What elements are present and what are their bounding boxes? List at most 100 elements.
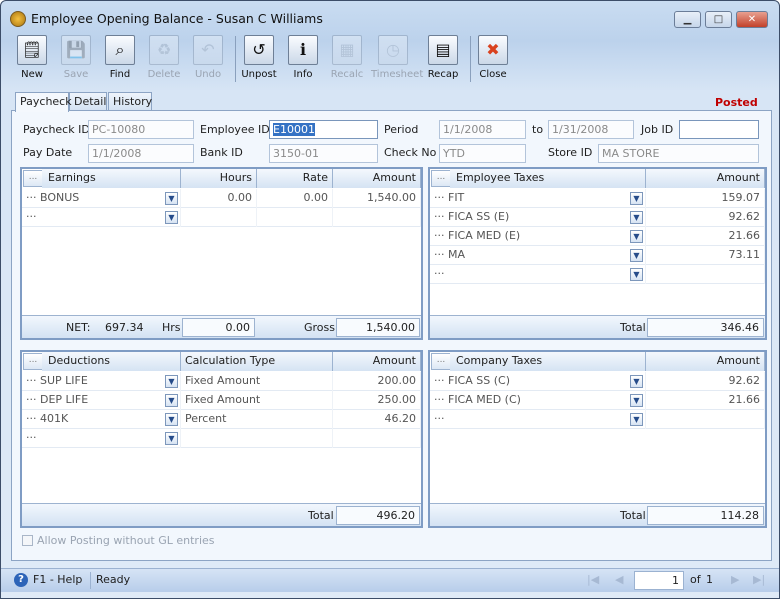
bank-id-field[interactable]: 3150-01: [269, 144, 378, 163]
delete-button[interactable]: ♻ Delete: [142, 33, 186, 87]
cell-amount[interactable]: 92.62: [646, 208, 765, 227]
table-row[interactable]: ··· 401K ▼ Percent 46.20: [22, 410, 421, 429]
table-row[interactable]: ··· ▼: [22, 429, 421, 448]
cell-rate[interactable]: 0.00: [257, 189, 333, 208]
cell-calculation-type[interactable]: Fixed Amount: [181, 372, 333, 391]
period-to-field[interactable]: 1/31/2008: [548, 120, 634, 139]
cell-calculation-type[interactable]: [181, 429, 333, 448]
chevron-down-icon[interactable]: ▼: [165, 394, 178, 407]
cell-rate[interactable]: [257, 208, 333, 227]
cell-amount[interactable]: [646, 410, 765, 429]
last-page-icon[interactable]: ▶|: [753, 573, 765, 586]
table-row[interactable]: ··· ▼: [430, 410, 765, 429]
column-header-earnings[interactable]: Earnings: [42, 169, 181, 188]
table-row[interactable]: ··· DEP LIFE ▼ Fixed Amount 250.00: [22, 391, 421, 410]
cell-amount[interactable]: [333, 429, 421, 448]
tab-history[interactable]: History: [108, 92, 152, 111]
cell-amount[interactable]: 46.20: [333, 410, 421, 429]
chevron-down-icon[interactable]: ▼: [630, 249, 643, 262]
cell-employee-taxes[interactable]: ··· MA: [430, 246, 646, 265]
cell-hours[interactable]: [181, 208, 257, 227]
maximize-button[interactable]: □: [705, 11, 732, 28]
store-id-field[interactable]: MA STORE: [598, 144, 759, 163]
cell-amount[interactable]: 92.62: [646, 372, 765, 391]
cell-amount[interactable]: 73.11: [646, 246, 765, 265]
cell-amount[interactable]: 21.66: [646, 391, 765, 410]
column-header-employee-taxes[interactable]: Employee Taxes: [450, 169, 646, 188]
cell-employee-taxes[interactable]: ··· FICA MED (E): [430, 227, 646, 246]
recap-button[interactable]: ▤ Recap: [421, 33, 465, 87]
cell-deductions[interactable]: ···: [22, 429, 181, 448]
cell-amount[interactable]: 21.66: [646, 227, 765, 246]
chevron-down-icon[interactable]: ▼: [630, 230, 643, 243]
unpost-button[interactable]: ↺ Unpost: [237, 33, 281, 87]
column-header-company-taxes[interactable]: Company Taxes: [450, 352, 646, 371]
table-row[interactable]: ··· ▼: [430, 265, 765, 284]
column-header-amount[interactable]: Amount: [646, 352, 765, 371]
chevron-down-icon[interactable]: ▼: [630, 268, 643, 281]
cell-earnings[interactable]: ··· BONUS: [22, 189, 181, 208]
chevron-down-icon[interactable]: ▼: [165, 375, 178, 388]
cell-calculation-type[interactable]: Percent: [181, 410, 333, 429]
tab-detail[interactable]: Detail: [69, 92, 107, 111]
window-close-button[interactable]: ✕: [736, 11, 768, 28]
cell-company-taxes[interactable]: ··· FICA SS (C): [430, 372, 646, 391]
column-header-amount[interactable]: Amount: [333, 352, 421, 371]
grid-options-button[interactable]: ...: [431, 170, 451, 187]
check-no-field[interactable]: YTD: [439, 144, 526, 163]
undo-button[interactable]: ↶ Undo: [186, 33, 230, 87]
cell-deductions[interactable]: ··· SUP LIFE: [22, 372, 181, 391]
column-header-hours[interactable]: Hours: [181, 169, 257, 188]
table-row[interactable]: ··· FICA MED (E) ▼ 21.66: [430, 227, 765, 246]
info-button[interactable]: ℹ Info: [281, 33, 325, 87]
cell-employee-taxes[interactable]: ···: [430, 265, 646, 284]
cell-amount[interactable]: 200.00: [333, 372, 421, 391]
cell-amount[interactable]: 159.07: [646, 189, 765, 208]
cell-company-taxes[interactable]: ··· FICA MED (C): [430, 391, 646, 410]
job-id-field[interactable]: [679, 120, 759, 139]
chevron-down-icon[interactable]: ▼: [165, 211, 178, 224]
help-link[interactable]: F1 - Help: [33, 573, 82, 586]
column-header-deductions[interactable]: Deductions: [42, 352, 181, 371]
pay-date-field[interactable]: 1/1/2008: [88, 144, 194, 163]
cell-hours[interactable]: 0.00: [181, 189, 257, 208]
employee-id-field[interactable]: E10001: [269, 120, 378, 139]
grid-options-button[interactable]: ...: [23, 353, 43, 370]
page-input[interactable]: 1: [634, 571, 684, 590]
minimize-button[interactable]: ▁: [674, 11, 701, 28]
cell-deductions[interactable]: ··· DEP LIFE: [22, 391, 181, 410]
cell-amount[interactable]: 250.00: [333, 391, 421, 410]
table-row[interactable]: ··· FICA SS (C) ▼ 92.62: [430, 372, 765, 391]
timesheet-button[interactable]: ◷ Timesheet: [371, 33, 423, 87]
cell-earnings[interactable]: ···: [22, 208, 181, 227]
column-header-calculation-type[interactable]: Calculation Type: [181, 352, 333, 371]
save-button[interactable]: 💾 Save: [54, 33, 98, 87]
table-row[interactable]: ··· SUP LIFE ▼ Fixed Amount 200.00: [22, 372, 421, 391]
table-row[interactable]: ··· FIT ▼ 159.07: [430, 189, 765, 208]
cell-amount[interactable]: [333, 208, 421, 227]
recalc-button[interactable]: ▦ Recalc: [325, 33, 369, 87]
tab-paycheck[interactable]: Paycheck: [15, 92, 72, 112]
new-button[interactable]: 🗒 New: [10, 33, 54, 87]
chevron-down-icon[interactable]: ▼: [165, 413, 178, 426]
cell-employee-taxes[interactable]: ··· FICA SS (E): [430, 208, 646, 227]
cell-amount[interactable]: 1,540.00: [333, 189, 421, 208]
grid-options-button[interactable]: ...: [23, 170, 43, 187]
chevron-down-icon[interactable]: ▼: [630, 394, 643, 407]
chevron-down-icon[interactable]: ▼: [165, 432, 178, 445]
cell-deductions[interactable]: ··· 401K: [22, 410, 181, 429]
chevron-down-icon[interactable]: ▼: [165, 192, 178, 205]
table-row[interactable]: ··· FICA MED (C) ▼ 21.66: [430, 391, 765, 410]
allow-posting-checkbox[interactable]: [22, 535, 33, 546]
help-icon[interactable]: ?: [14, 573, 28, 587]
column-header-amount[interactable]: Amount: [333, 169, 421, 188]
paycheck-id-field[interactable]: PC-10080: [88, 120, 194, 139]
grid-options-button[interactable]: ...: [431, 353, 451, 370]
chevron-down-icon[interactable]: ▼: [630, 211, 643, 224]
chevron-down-icon[interactable]: ▼: [630, 413, 643, 426]
column-header-amount[interactable]: Amount: [646, 169, 765, 188]
table-row[interactable]: ··· ▼: [22, 208, 421, 227]
table-row[interactable]: ··· FICA SS (E) ▼ 92.62: [430, 208, 765, 227]
cell-company-taxes[interactable]: ···: [430, 410, 646, 429]
column-header-rate[interactable]: Rate: [257, 169, 333, 188]
